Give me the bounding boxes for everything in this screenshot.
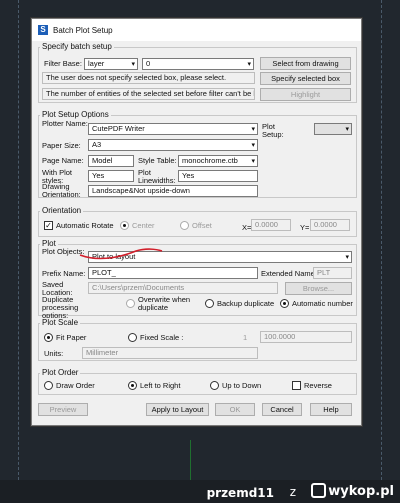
browse-button[interactable]: Browse... [285,282,352,295]
y-label: Y= [300,223,310,232]
plotter-name-label: Plotter Name: [42,119,88,128]
duplicate-options-label: Duplicate processing options: [42,295,79,320]
batch-setup-label: Specify batch setup [40,42,114,51]
fit-paper-label: Fit Paper [56,333,87,342]
footer-bar: przemd11 z wykop.pl [0,480,400,503]
plot-lineweights-field: Yes [178,170,258,182]
with-plot-styles-field: Yes [88,170,134,182]
extended-name-field[interactable]: PLT [313,267,352,279]
chevron-down-icon: ▾ [251,126,255,133]
plot-lineweights-label: Plot Linewidths: [138,168,176,185]
plot-setup-label: Plot Setup: [262,122,284,139]
wykop-logo[interactable]: wykop.pl [311,483,394,499]
batch-message-2: The number of entities of the selected s… [42,88,255,100]
batch-message-1: The user does not specify selected box, … [42,72,255,84]
fixed-scale-radio[interactable] [128,333,137,342]
automatic-rotate-label: Automatic Rotate [56,221,114,230]
y-offset-field[interactable]: 0.0000 [310,219,350,231]
chevron-down-icon: ▾ [345,254,349,261]
x-offset-field[interactable]: 0.0000 [251,219,291,231]
filter-value-select[interactable]: 0 ▾ [142,58,254,70]
background-guide-line [18,0,19,480]
plot-setup-select[interactable]: ▾ [314,123,352,135]
app-icon: S [38,25,48,35]
center-radio[interactable] [120,221,129,230]
window-title: Batch Plot Setup [53,25,113,35]
offset-radio[interactable] [180,221,189,230]
background-axis-line [190,440,191,480]
offset-label: Offset [192,221,212,230]
background-guide-line [381,0,382,480]
red-annotation-stroke [79,248,163,260]
draw-order-radio[interactable] [44,381,53,390]
prefix-name-label: Prefix Name: [42,269,86,278]
batch-plot-setup-dialog: S Batch Plot Setup Specify batch setup F… [31,18,362,426]
automatic-number-radio[interactable] [280,299,289,308]
wykop-logo-icon [311,483,327,498]
overwrite-label: Overwrite when duplicate [138,295,191,312]
ok-button[interactable]: OK [215,403,255,416]
scale-right-field[interactable]: 100.0000 [260,331,352,343]
drawing-orientation-label: Drawing Orientation: [42,182,81,199]
x-label: X= [242,223,252,232]
draw-order-label: Draw Order [56,381,95,390]
help-button[interactable]: Help [310,403,352,416]
left-to-right-radio[interactable] [128,381,137,390]
paper-size-label: Paper Size: [42,141,81,150]
footer-z: z [289,485,296,499]
plot-order-label: Plot Order [40,368,81,377]
chevron-down-icon: ▾ [251,158,255,165]
left-to-right-label: Left to Right [140,381,181,390]
fit-paper-radio[interactable] [44,333,53,342]
center-label: Center [132,221,155,230]
paper-size-select[interactable]: A3 ▾ [88,139,258,151]
orientation-label: Orientation [40,206,84,215]
chevron-down-icon: ▾ [251,142,255,149]
automatic-number-label: Automatic number [292,299,353,308]
plot-scale-label: Plot Scale [40,318,81,327]
style-table-label: Style Table: [138,156,177,165]
backup-duplicate-label: Backup duplicate [217,299,275,308]
up-to-down-radio[interactable] [210,381,219,390]
prefix-name-field[interactable]: PLOT_ [88,267,258,279]
reverse-checkbox[interactable] [292,381,301,390]
extended-name-label: Extended Name: [261,269,317,278]
page-name-label: Page Name: [42,156,84,165]
chevron-down-icon: ▾ [131,61,135,68]
scale-left-value: 1 [243,333,248,342]
plot-setup-options-label: Plot Setup Options [40,110,111,119]
style-table-select[interactable]: monochrome.ctb ▾ [178,155,258,167]
highlight-button[interactable]: Highlight [260,88,351,101]
plotter-name-select[interactable]: CutePDF Writer ▾ [88,123,258,135]
cancel-button[interactable]: Cancel [262,403,302,416]
preview-button[interactable]: Preview [38,403,88,416]
automatic-rotate-checkbox[interactable]: ✓ [44,221,53,230]
backup-duplicate-radio[interactable] [205,299,214,308]
reverse-label: Reverse [304,381,332,390]
overwrite-radio[interactable] [126,299,135,308]
filter-base-select[interactable]: layer ▾ [84,58,138,70]
units-label: Units: [44,349,64,358]
filter-base-label: Filter Base: [44,59,82,68]
units-field: Millimeter [82,347,258,359]
chevron-down-icon: ▾ [247,61,251,68]
apply-to-layout-button[interactable]: Apply to Layout [146,403,209,416]
title-bar: S Batch Plot Setup [32,19,361,41]
saved-location-field[interactable]: C:\Users\przem\Documents [88,282,278,294]
select-from-drawing-button[interactable]: Select from drawing [260,57,351,70]
page-name-field: Model [88,155,134,167]
specify-selected-box-button[interactable]: Specify selected box [260,72,351,85]
footer-username[interactable]: przemd11 [207,486,274,500]
chevron-down-icon: ▾ [345,126,349,133]
drawing-orientation-field: Landscape&Not upside-down [88,185,258,197]
fixed-scale-label: Fixed Scale : [140,333,184,342]
up-to-down-label: Up to Down [222,381,262,390]
